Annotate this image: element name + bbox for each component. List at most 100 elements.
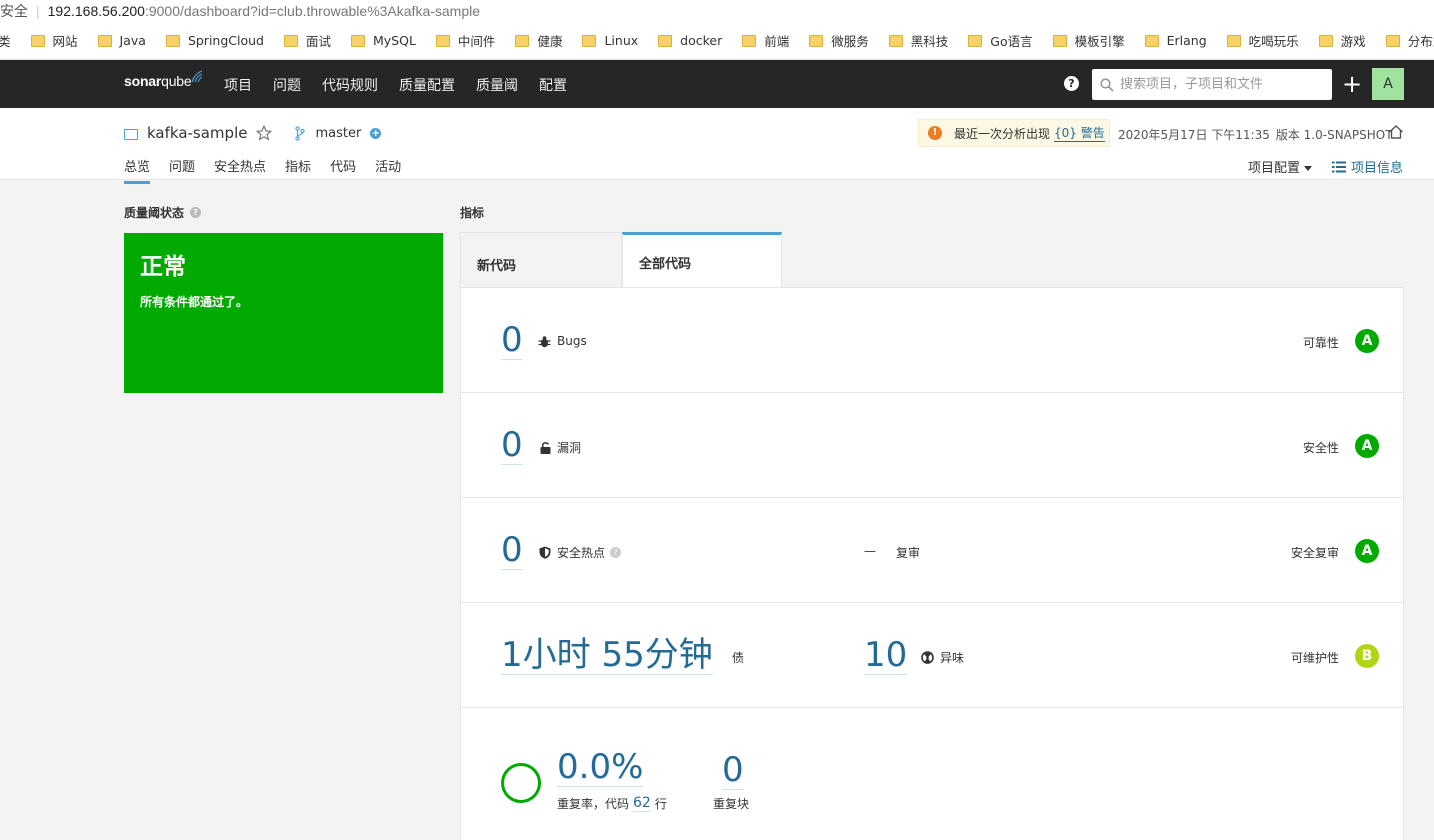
search-input[interactable] [1120,77,1320,92]
bugs-row: 0 Bugs 可靠性 A [461,288,1403,393]
warning-text: 最近一次分析出现 [954,126,1051,141]
nav-issues[interactable]: 问题 [273,75,301,95]
maintainability-rating[interactable]: B [1355,644,1379,668]
bookmark-folder[interactable]: 吃喝玩乐 [1226,31,1299,50]
nav-administration[interactable]: 配置 [539,75,567,95]
hotspots-reviewed-value: — [864,544,876,558]
duplicated-blocks-count[interactable]: 0 [722,753,744,790]
bookmark-folder[interactable]: MySQL [351,33,416,48]
quality-gate-status: 正常 [140,254,186,280]
bookmark-folder[interactable]: 黑科技 [888,31,948,50]
home-icon[interactable] [1388,124,1404,140]
code-smells-label: 异味 [921,649,964,666]
bookmark-folder[interactable]: 游戏 [1318,31,1366,50]
bookmark-folder[interactable]: 微服务 [809,31,869,50]
security-rating[interactable]: A [1355,434,1379,458]
help-icon[interactable]: ? [610,547,622,558]
technical-debt-value[interactable]: 1小时 55分钟 [501,638,713,675]
overview-content: 质量阈状态 ? 正常 所有条件都通过了。 指标 新代码 全部代码 0 Bugs … [0,180,1434,840]
vulnerabilities-label: 漏洞 [540,439,581,456]
security-indicator[interactable]: 安全 [0,1,28,21]
duplications-donut-icon [501,763,541,803]
bookmark-folder[interactable]: 面试 [283,31,331,50]
bookmark-folder[interactable]: Erlang [1144,33,1207,48]
bookmark-folder[interactable]: 分布式 [1385,31,1434,50]
hotspots-reviewed-label: 复审 [896,546,921,560]
folder-icon [165,34,180,47]
lines-of-code-link[interactable]: 62 [633,795,651,812]
sonarqube-logo[interactable]: sonarqube [124,70,203,89]
duplicated-blocks-label: 重复块 [713,797,750,811]
bookmark-folder[interactable]: 前端 [742,31,789,50]
bookmark-folder[interactable]: 网站 [30,31,78,50]
tab-overall-code[interactable]: 全部代码 [622,232,782,287]
bookmark-folder[interactable]: 中间件 [435,31,495,50]
hotspots-row: 0 安全热点 ? — 复审 安全复审 A [461,498,1403,603]
analysis-date: 2020年5月17日 下午11:35 [1118,128,1270,142]
security-review-rating[interactable]: A [1355,539,1379,563]
reliability-rating[interactable]: A [1355,329,1379,353]
analysis-warning-banner: ! 最近一次分析出现 {0} 警告 [918,119,1110,147]
browser-address-bar[interactable]: 安全 | 192.168.56.200:9000/dashboard?id=cl… [0,0,1434,22]
bookmark-folder[interactable]: SpringCloud [165,33,264,48]
nav-projects[interactable]: 项目 [224,75,252,95]
search-icon [1100,77,1114,92]
project-settings-dropdown[interactable]: 项目配置 [1248,157,1313,176]
code-smell-icon [921,651,934,664]
bugs-count[interactable]: 0 [501,323,523,360]
bookmark-folder[interactable]: Java [97,33,146,48]
create-plus-button[interactable]: + [1342,70,1362,98]
project-header: kafka-sample master + ! 最近一次分析出现 {0} 警告 … [0,108,1434,184]
shield-icon [539,546,551,559]
nav-quality-profiles[interactable]: 质量配置 [399,75,455,95]
branch-name: master [315,125,362,141]
hotspots-count[interactable]: 0 [501,533,523,570]
url-host[interactable]: 192.168.56.200 [48,3,145,19]
project-info-link[interactable]: 项目信息 [1332,157,1403,176]
warning-link[interactable]: {0} 警告 [1054,124,1105,142]
hotspots-label: 安全热点 ? [539,544,622,561]
bookmark-folder[interactable]: Go语言 [968,31,1033,50]
sonar-waves-icon [191,70,203,83]
user-avatar[interactable]: A [1372,68,1404,100]
project-icon [124,128,138,140]
folder-icon [1318,34,1333,47]
add-branch-icon[interactable]: + [370,127,382,139]
tab-new-code[interactable]: 新代码 [460,232,622,287]
bookmark-item[interactable]: 类 [0,31,11,50]
top-navbar: sonarqube 项目 问题 代码规则 质量配置 质量阈 配置 ? + A [0,60,1434,108]
nav-quality-gates[interactable]: 质量阈 [476,75,518,95]
help-icon[interactable]: ? [1064,76,1079,91]
url-path[interactable]: :9000/dashboard?id=club.throwable%3Akafk… [145,3,480,19]
vulnerabilities-row: 0 漏洞 安全性 A [461,393,1403,498]
list-icon [1332,161,1346,172]
folder-icon [351,34,365,47]
duplications-percent[interactable]: 0.0% [557,750,644,787]
duplications-row: 0.0% 重复率，代码 62 行 0 重复块 [461,708,1403,813]
bug-icon [538,335,551,347]
measures-panel: 0 Bugs 可靠性 A 0 漏洞 安全性 A 0 安全热点 ? — 复审 安全… [460,287,1404,840]
favorite-star-icon[interactable] [255,124,273,142]
quality-gate-status-box: 正常 所有条件都通过了。 [124,233,443,393]
bookmark-folder[interactable]: docker [658,33,722,48]
quality-gate-title: 质量阈状态 ? [124,204,202,221]
help-icon[interactable]: ? [190,207,202,218]
folder-icon [742,34,757,47]
folder-icon [888,34,903,47]
project-name[interactable]: kafka-sample [147,124,247,142]
bookmark-folder[interactable]: Linux [582,33,638,48]
folder-icon [658,34,673,47]
maintainability-label: 可维护性 [1290,651,1339,665]
technical-debt-label: 债 [732,651,745,665]
bookmark-folder[interactable]: 模板引擎 [1052,31,1125,50]
branch-selector[interactable]: master + [295,125,382,141]
folder-icon [1226,34,1241,47]
branch-icon [295,125,306,141]
project-title: kafka-sample master + [124,124,382,142]
bookmark-folder[interactable]: 健康 [515,31,562,50]
quality-gate-message: 所有条件都通过了。 [140,295,249,309]
nav-rules[interactable]: 代码规则 [322,75,378,95]
global-search[interactable] [1092,69,1332,100]
code-smells-count[interactable]: 10 [864,638,908,675]
vulnerabilities-count[interactable]: 0 [501,428,523,465]
